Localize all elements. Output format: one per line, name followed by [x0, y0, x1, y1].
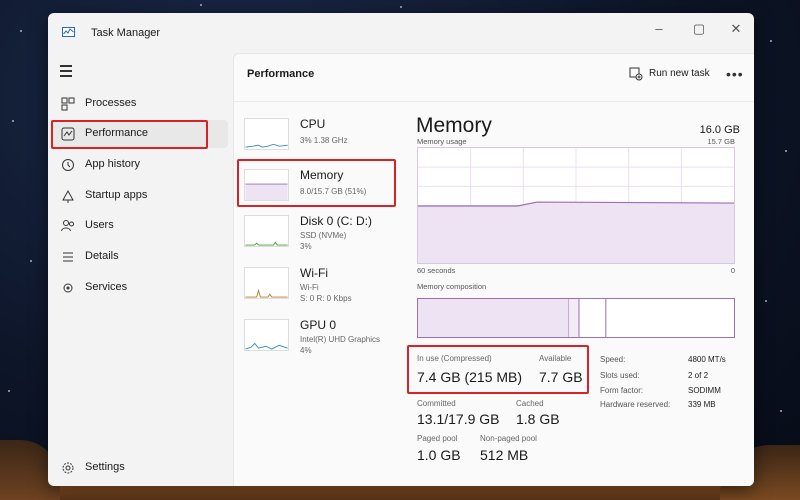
- nav-item-details[interactable]: Details: [52, 243, 228, 271]
- services-icon: [63, 283, 73, 293]
- hamburger-menu-icon[interactable]: [60, 65, 76, 79]
- paged-pool-value: 1.0 GB: [417, 447, 461, 463]
- slots-used-label: Slots used:: [600, 371, 640, 380]
- gpu-thumbnail-chart: [244, 319, 289, 351]
- nav-item-startup-apps[interactable]: Startup apps: [52, 182, 228, 210]
- available-value: 7.7 GB: [539, 369, 583, 385]
- form-factor-value: SODIMM: [688, 386, 721, 395]
- page-title: Performance: [247, 68, 315, 80]
- slots-used-value: 2 of 2: [688, 371, 709, 380]
- nav-label: Services: [85, 281, 128, 293]
- memory-composition-bar: [417, 298, 735, 338]
- form-factor-label: Form factor:: [600, 386, 644, 395]
- maximize-button[interactable]: ▢: [688, 18, 710, 40]
- nav-label: Processes: [85, 97, 137, 109]
- nav-label: Details: [85, 250, 119, 262]
- memory-usage-max: 15.7 GB: [707, 137, 735, 146]
- perf-name: Wi-Fi: [300, 266, 328, 280]
- close-button[interactable]: ✕: [725, 18, 747, 40]
- gear-icon: [62, 462, 74, 474]
- committed-value: 13.1/17.9 GB: [417, 411, 500, 427]
- perf-sub: 4%: [300, 346, 312, 355]
- perf-sub: SSD (NVMe): [300, 231, 347, 240]
- run-task-icon: [629, 67, 643, 81]
- perf-name: CPU: [300, 117, 326, 131]
- nonpaged-pool-label: Non-paged pool: [480, 434, 537, 443]
- performance-panel: Performance Run new task ••• CPU 3% 1.38…: [233, 53, 754, 486]
- speed-value: 4800 MT/s: [688, 355, 726, 364]
- memory-usage-label: Memory usage: [417, 137, 467, 146]
- task-manager-app-icon: [62, 27, 75, 37]
- in-use-value: 7.4 GB (215 MB): [417, 369, 523, 385]
- settings-label: Settings: [85, 461, 125, 473]
- nav-label: Startup apps: [85, 189, 148, 201]
- nav-item-app-history[interactable]: App history: [52, 151, 228, 179]
- startup-icon: [62, 189, 74, 203]
- paged-pool-label: Paged pool: [417, 434, 458, 443]
- history-icon: [62, 159, 74, 171]
- perf-sub: Wi-Fi: [300, 283, 319, 292]
- committed-label: Committed: [417, 399, 456, 408]
- perf-item-gpu[interactable]: GPU 0 Intel(R) UHD Graphics 4%: [238, 315, 393, 367]
- nav-item-processes[interactable]: Processes: [52, 90, 228, 118]
- window-title: Task Manager: [91, 27, 161, 39]
- wifi-thumbnail-chart: [244, 267, 289, 299]
- highlight-box-memory: [237, 159, 396, 207]
- header-divider: [234, 101, 754, 102]
- nav-item-services[interactable]: Services: [52, 274, 228, 302]
- perf-name: Disk 0 (C: D:): [300, 214, 372, 228]
- task-manager-window: Task Manager – ▢ ✕ Processes Performance…: [48, 13, 754, 486]
- nav-label: Users: [85, 219, 114, 231]
- time-axis-left: 60 seconds: [417, 266, 456, 275]
- cached-value: 1.8 GB: [516, 411, 560, 427]
- nav-label: App history: [85, 158, 141, 170]
- perf-item-disk[interactable]: Disk 0 (C: D:) SSD (NVMe) 3%: [238, 211, 393, 263]
- users-icon: [61, 220, 74, 232]
- perf-sub: 3%: [300, 242, 312, 251]
- highlight-box-performance: [51, 120, 208, 149]
- perf-item-wifi[interactable]: Wi-Fi Wi-Fi S: 0 R: 0 Kbps: [238, 263, 393, 315]
- nav-item-settings[interactable]: Settings: [52, 454, 228, 482]
- hardware-reserved-label: Hardware reserved:: [600, 400, 671, 409]
- minimize-button[interactable]: –: [648, 18, 670, 40]
- title-bar[interactable]: Task Manager – ▢ ✕: [48, 13, 754, 53]
- processes-icon: [61, 97, 75, 111]
- perf-sub: S: 0 R: 0 Kbps: [300, 294, 352, 303]
- available-label: Available: [539, 354, 572, 363]
- memory-title: Memory: [416, 114, 492, 137]
- in-use-label: In use (Compressed): [417, 354, 492, 363]
- perf-sub: 3% 1.38 GHz: [300, 136, 348, 145]
- details-icon: [63, 252, 73, 262]
- time-axis-right: 0: [730, 266, 735, 275]
- speed-label: Speed:: [600, 355, 626, 364]
- perf-name: GPU 0: [300, 318, 337, 332]
- cpu-thumbnail-chart: [244, 118, 289, 150]
- cached-label: Cached: [516, 399, 544, 408]
- memory-usage-chart: [417, 147, 735, 264]
- perf-sub: Intel(R) UHD Graphics: [300, 335, 381, 344]
- memory-total: 16.0 GB: [699, 124, 740, 136]
- memory-composition-label: Memory composition: [417, 282, 487, 291]
- nav-item-users[interactable]: Users: [52, 212, 228, 240]
- nonpaged-pool-value: 512 MB: [480, 447, 529, 463]
- run-new-task-label: Run new task: [649, 68, 710, 79]
- disk-thumbnail-chart: [244, 215, 289, 247]
- more-options-icon[interactable]: •••: [726, 66, 744, 82]
- hardware-reserved-value: 339 MB: [688, 400, 716, 409]
